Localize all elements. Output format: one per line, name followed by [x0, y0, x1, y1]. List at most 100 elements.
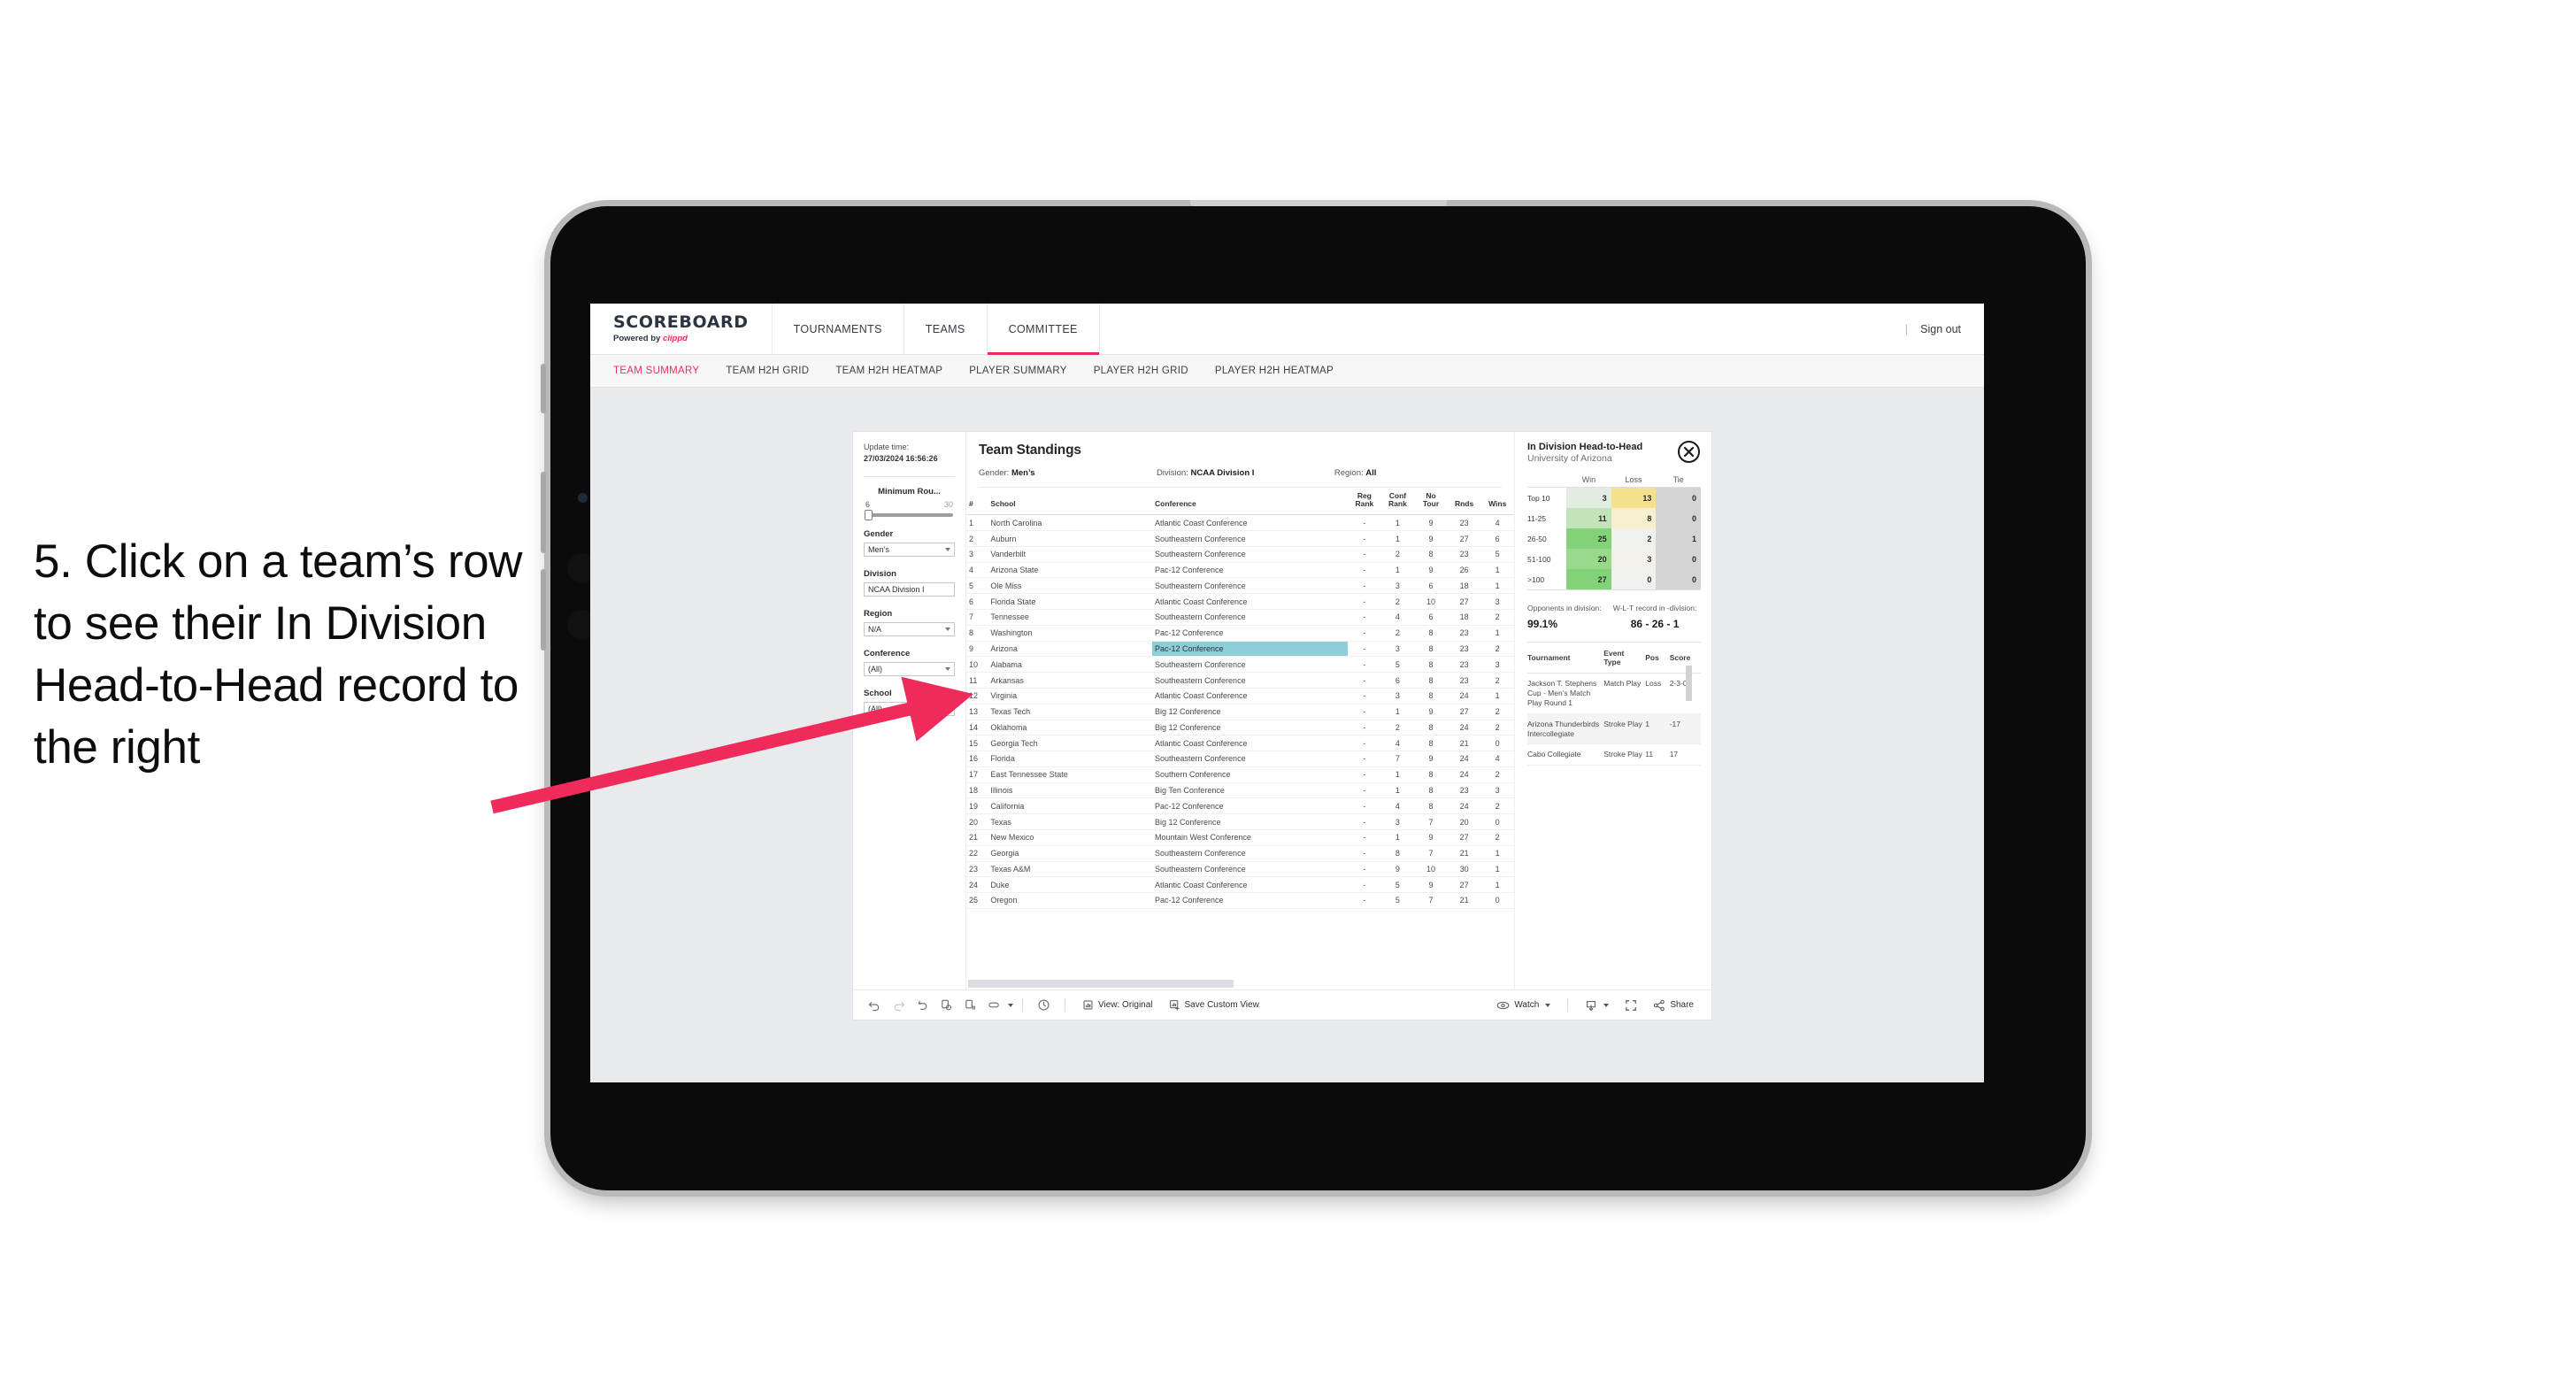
table-row[interactable]: 25 Oregon Pac-12 Conference -5 7 21 0	[966, 892, 1514, 909]
table-row[interactable]: 11 Arkansas Southeastern Conference -6 8 23 2	[966, 672, 1514, 689]
table-row[interactable]: 24 Duke Atlantic Coast Conference -5 9 27 1	[966, 876, 1514, 894]
col-conference[interactable]: Conference	[1152, 488, 1349, 516]
cell-reg-rank: -	[1348, 593, 1381, 611]
gender-select[interactable]: Men’s	[864, 543, 955, 558]
nav-tab-teams[interactable]: TEAMS	[904, 304, 988, 354]
fullscreen-button[interactable]	[1617, 999, 1645, 1012]
col-school[interactable]: School	[988, 488, 1152, 516]
table-row[interactable]: 12 Virginia Atlantic Coast Conference -3 8 24…	[966, 688, 1514, 705]
standings-horizontal-scrollbar[interactable]	[968, 980, 1234, 988]
table-row[interactable]: 1 North Carolina Atlantic Coast Conference…	[966, 514, 1514, 532]
table-row[interactable]: 17 East Tennessee State Southern Conferenc…	[966, 766, 1514, 783]
table-row[interactable]: 5 Ole Miss Southeastern Conference -3 6 18 1	[966, 577, 1514, 595]
region-select[interactable]: N/A	[864, 622, 955, 637]
h2h-row-label: >100	[1527, 574, 1545, 584]
revert-icon[interactable]	[911, 993, 934, 1017]
brand-logo[interactable]: SCOREBOARD Powered by clippd	[590, 304, 773, 354]
share-button[interactable]: Share	[1645, 999, 1702, 1012]
table-row[interactable]: 14 Oklahoma Big 12 Conference -2 8 24 2	[966, 720, 1514, 736]
close-icon[interactable]	[1678, 441, 1700, 463]
col-wins[interactable]: Wins	[1480, 488, 1514, 516]
cell-rnds: 23	[1447, 514, 1481, 532]
table-row[interactable]: 7 Tennessee Southeastern Conference -4 6 18 2	[966, 609, 1514, 626]
watch-chevron-down-icon[interactable]	[1545, 1003, 1551, 1007]
subnav-player-h2h-heatmap[interactable]: PLAYER H2H HEATMAP	[1215, 366, 1334, 376]
list-item[interactable]: Arizona Thunderbirds Intercollegiate Stro…	[1527, 713, 1701, 745]
cell-conf-rank: 2	[1380, 593, 1415, 611]
school-select[interactable]: (All)	[864, 702, 955, 717]
tablet-volume-down-button[interactable]	[541, 569, 546, 651]
tcol-pos[interactable]: Pos	[1645, 643, 1670, 674]
table-row[interactable]: 10 Alabama Southeastern Conference -5 8 23 3	[966, 656, 1514, 674]
table-row[interactable]: 20 Texas Big 12 Conference -3 7 20 0	[966, 813, 1514, 830]
cell-conf-rank: 3	[1380, 688, 1415, 705]
sign-out-link[interactable]: Sign out	[1920, 323, 1961, 335]
table-row[interactable]: 3 Vanderbilt Southeastern Conference -2 8 23 5	[966, 546, 1514, 563]
table-row[interactable]: 22 Georgia Southeastern Conference -8 7 21 1	[966, 845, 1514, 862]
col-no-tour[interactable]: No Tour	[1414, 488, 1448, 516]
cell-tournament-name: Arizona Thunderbirds Intercollegiate	[1527, 713, 1604, 745]
highlight-icon[interactable]	[982, 993, 1006, 1017]
cell-reg-rank: -	[1348, 514, 1381, 532]
pause-updates-icon[interactable]	[958, 993, 982, 1017]
conference-select[interactable]: (All)	[864, 662, 955, 677]
table-row[interactable]: 2 Auburn Southeastern Conference -1 9 27 6	[966, 530, 1514, 547]
clock-icon[interactable]	[1032, 993, 1056, 1017]
download-button[interactable]	[1577, 999, 1617, 1012]
tournaments-scrollbar[interactable]	[1686, 666, 1692, 701]
subnav-team-h2h-heatmap[interactable]: TEAM H2H HEATMAP	[835, 366, 942, 376]
cell-reg-rank: -	[1348, 829, 1381, 846]
cell-reg-rank: -	[1348, 720, 1381, 736]
table-row[interactable]: 18 Illinois Big Ten Conference -1 8 23 3	[966, 782, 1514, 799]
cell-no-tour: 8	[1414, 735, 1448, 752]
list-item[interactable]: Jackson T. Stephens Cup - Men’s Match Pl…	[1527, 673, 1701, 714]
table-row[interactable]: 4 Arizona State Pac-12 Conference -1 9 26 1	[966, 562, 1514, 579]
h2h-loss-cell: 3	[1611, 549, 1657, 569]
nav-tab-committee[interactable]: COMMITTEE	[987, 304, 1100, 355]
meta-division-label: Division:	[1156, 468, 1188, 478]
minimum-rounds-slider[interactable]	[865, 510, 953, 521]
list-item[interactable]: Cabo Collegiate Stroke Play 11 17	[1527, 743, 1701, 766]
col-reg-rank[interactable]: Reg Rank	[1348, 488, 1381, 516]
tablet-volume-up-button[interactable]	[541, 472, 546, 553]
cell-school: Virginia	[988, 688, 1152, 705]
table-row[interactable]: 15 Georgia Tech Atlantic Coast Conference -…	[966, 735, 1514, 752]
col-conf-rank[interactable]: Conf Rank	[1380, 488, 1415, 516]
tcol-tournament[interactable]: Tournament	[1527, 643, 1604, 674]
save-custom-view-button[interactable]: Save Custom View	[1161, 999, 1267, 1011]
table-row[interactable]: 6 Florida State Atlantic Coast Conference -…	[966, 593, 1514, 611]
page-title: Team Standings	[979, 443, 1081, 458]
col-rnds[interactable]: Rnds	[1447, 488, 1481, 516]
redo-icon[interactable]	[887, 993, 911, 1017]
download-chevron-down-icon[interactable]	[1603, 1003, 1610, 1007]
table-row[interactable]: 16 Florida Southeastern Conference -7 9 24 4	[966, 751, 1514, 767]
col-rank[interactable]: #	[966, 488, 988, 516]
cell-reg-rank: -	[1348, 562, 1381, 579]
subnav-team-h2h-grid[interactable]: TEAM H2H GRID	[726, 366, 809, 376]
table-row[interactable]: 19 California Pac-12 Conference -4 8 24 2	[966, 797, 1514, 815]
nav-tab-tournaments[interactable]: TOURNAMENTS	[773, 304, 904, 354]
cell-wins: 3	[1480, 782, 1514, 799]
instruction-callout: 5. Click on a team’s row to see their In…	[34, 535, 523, 774]
brand-subtitle: Powered by clippd	[613, 334, 749, 343]
tablet-power-button[interactable]	[541, 364, 546, 413]
table-row[interactable]: 8 Washington Pac-12 Conference -2 8 23 1	[966, 625, 1514, 642]
minimum-rounds-slider-handle[interactable]	[865, 510, 873, 521]
subnav-player-summary[interactable]: PLAYER SUMMARY	[969, 366, 1067, 376]
table-row[interactable]: 13 Texas Tech Big 12 Conference -1 9 27 2	[966, 704, 1514, 720]
table-row[interactable]: 9 Arizona Pac-12 Conference -3 8 23 2	[966, 641, 1514, 658]
undo-icon[interactable]	[863, 993, 887, 1017]
division-select[interactable]: NCAA Division I	[864, 582, 955, 597]
detail-subtitle: University of Arizona	[1527, 453, 1612, 464]
subnav-player-h2h-grid[interactable]: PLAYER H2H GRID	[1094, 366, 1188, 376]
watch-button[interactable]: Watch	[1488, 1000, 1558, 1011]
highlight-chevron-down-icon[interactable]	[1008, 1003, 1013, 1007]
refresh-data-icon[interactable]	[934, 993, 958, 1017]
table-row[interactable]: 21 New Mexico Mountain West Conference -1 9 2…	[966, 829, 1514, 846]
cell-rnds: 24	[1447, 751, 1481, 767]
subnav-team-summary[interactable]: TEAM SUMMARY	[613, 366, 699, 376]
tcol-event-type[interactable]: Event Type	[1603, 643, 1646, 674]
table-row[interactable]: 23 Texas A&M Southeastern Conference -9 10 30…	[966, 861, 1514, 878]
view-original-button[interactable]: View: Original	[1074, 999, 1161, 1011]
cell-rank: 17	[966, 766, 988, 783]
